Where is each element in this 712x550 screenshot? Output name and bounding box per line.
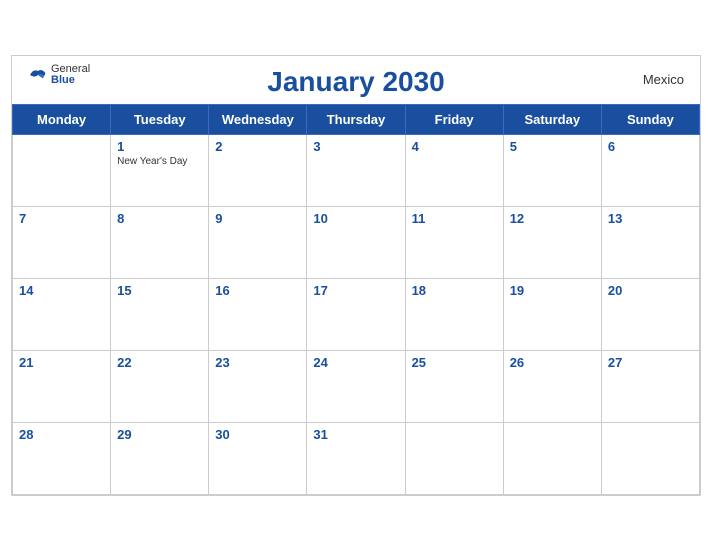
day-number: 10: [313, 211, 398, 226]
calendar-cell: 31: [307, 422, 405, 494]
calendar-cell: 26: [503, 350, 601, 422]
calendar-cell: 16: [209, 278, 307, 350]
day-header-wednesday: Wednesday: [209, 104, 307, 134]
logo-area: General Blue: [28, 64, 90, 86]
day-number: 20: [608, 283, 693, 298]
calendar-cell: 14: [13, 278, 111, 350]
country-label: Mexico: [643, 72, 684, 87]
holiday-label: New Year's Day: [117, 156, 202, 168]
calendar-cell: [405, 422, 503, 494]
day-number: 7: [19, 211, 104, 226]
calendar-cell: [503, 422, 601, 494]
day-number: 31: [313, 427, 398, 442]
week-row-2: 14 15 16 17 18 19 20: [13, 278, 700, 350]
calendar-cell: 17: [307, 278, 405, 350]
calendar-cell: 1 New Year's Day: [111, 134, 209, 206]
logo-blue: Blue: [51, 75, 90, 86]
calendar-cell: 21: [13, 350, 111, 422]
calendar-cell: 8: [111, 206, 209, 278]
calendar-cell: 22: [111, 350, 209, 422]
day-number: 23: [215, 355, 300, 370]
calendar-cell: 20: [601, 278, 699, 350]
day-header-sunday: Sunday: [601, 104, 699, 134]
calendar-cell: 29: [111, 422, 209, 494]
calendar-header: General Blue January 2030 Mexico: [12, 56, 700, 104]
calendar-cell: 7: [13, 206, 111, 278]
calendar-cell: 10: [307, 206, 405, 278]
day-header-monday: Monday: [13, 104, 111, 134]
week-row-1: 789 10 11 12 13: [13, 206, 700, 278]
day-number: 15: [117, 283, 202, 298]
day-number: 30: [215, 427, 300, 442]
day-number: 18: [412, 283, 497, 298]
day-number: 16: [215, 283, 300, 298]
calendar-cell: 30: [209, 422, 307, 494]
week-row-3: 21 22 23 24 25 26 27: [13, 350, 700, 422]
day-number: 24: [313, 355, 398, 370]
calendar-cell: 25: [405, 350, 503, 422]
calendar-cell: 12: [503, 206, 601, 278]
day-number: 22: [117, 355, 202, 370]
calendar-table: MondayTuesdayWednesdayThursdayFridaySatu…: [12, 104, 700, 495]
calendar-cell: 6: [601, 134, 699, 206]
calendar-cell: 4: [405, 134, 503, 206]
day-number: 11: [412, 211, 497, 226]
calendar-title: January 2030: [267, 66, 444, 98]
day-header-friday: Friday: [405, 104, 503, 134]
calendar-cell: 11: [405, 206, 503, 278]
day-number: 25: [412, 355, 497, 370]
calendar-cell: 15: [111, 278, 209, 350]
logo-general: General: [51, 64, 90, 75]
day-number: 4: [412, 139, 497, 154]
calendar-header-row: MondayTuesdayWednesdayThursdayFridaySatu…: [13, 104, 700, 134]
calendar-cell: 9: [209, 206, 307, 278]
day-header-tuesday: Tuesday: [111, 104, 209, 134]
day-number: 6: [608, 139, 693, 154]
day-number: 28: [19, 427, 104, 442]
calendar-cell: 13: [601, 206, 699, 278]
calendar-wrapper: General Blue January 2030 Mexico MondayT…: [11, 55, 701, 496]
day-number: 1: [117, 139, 202, 154]
day-number: 8: [117, 211, 202, 226]
week-row-4: 28 29 30 31: [13, 422, 700, 494]
calendar-cell: 2: [209, 134, 307, 206]
day-number: 26: [510, 355, 595, 370]
day-number: 14: [19, 283, 104, 298]
day-number: 5: [510, 139, 595, 154]
calendar-cell: 24: [307, 350, 405, 422]
calendar-cell: 23: [209, 350, 307, 422]
calendar-cell: 28: [13, 422, 111, 494]
calendar-cell: 19: [503, 278, 601, 350]
week-row-0: 1 New Year's Day 23456: [13, 134, 700, 206]
day-number: 19: [510, 283, 595, 298]
day-number: 17: [313, 283, 398, 298]
calendar-cell: [601, 422, 699, 494]
day-number: 12: [510, 211, 595, 226]
calendar-cell: 3: [307, 134, 405, 206]
day-header-thursday: Thursday: [307, 104, 405, 134]
logo-bird-icon: [28, 67, 48, 83]
day-number: 9: [215, 211, 300, 226]
day-number: 29: [117, 427, 202, 442]
day-number: 2: [215, 139, 300, 154]
day-number: 3: [313, 139, 398, 154]
day-number: 27: [608, 355, 693, 370]
calendar-cell: [13, 134, 111, 206]
day-number: 21: [19, 355, 104, 370]
calendar-cell: 18: [405, 278, 503, 350]
calendar-cell: 5: [503, 134, 601, 206]
day-header-saturday: Saturday: [503, 104, 601, 134]
day-number: 13: [608, 211, 693, 226]
calendar-cell: 27: [601, 350, 699, 422]
